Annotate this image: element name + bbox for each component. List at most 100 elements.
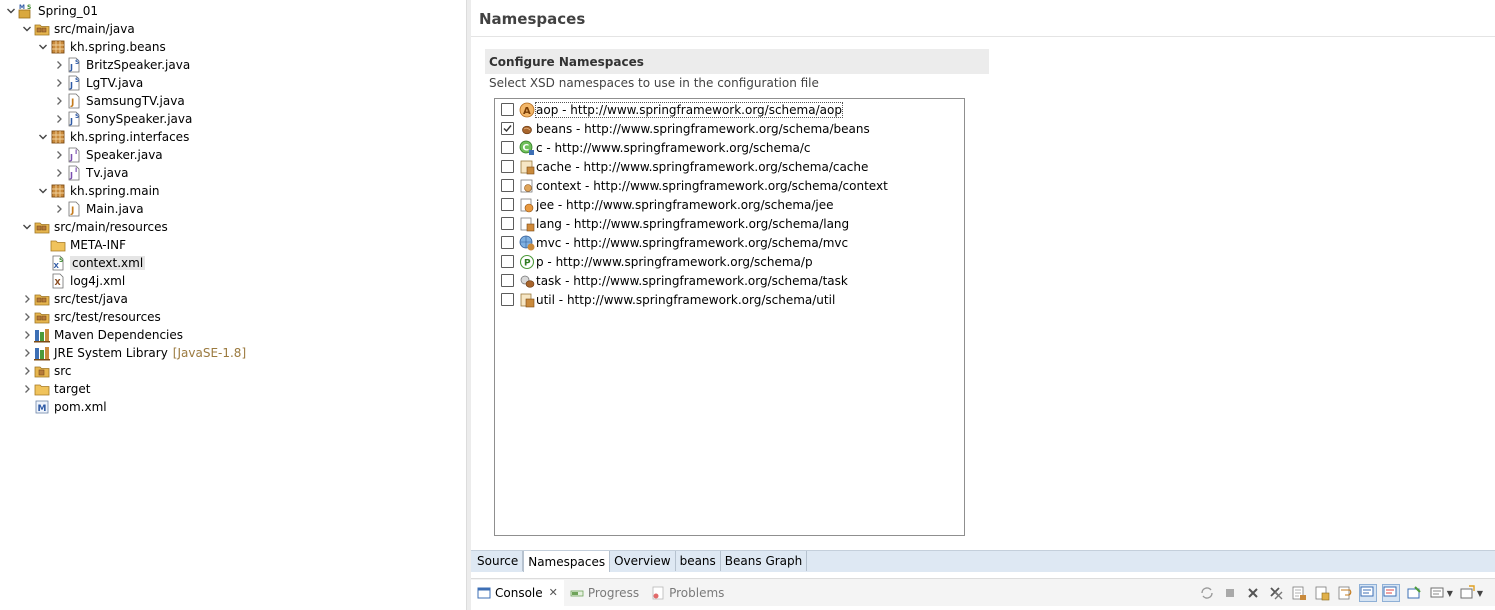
source-folder-icon xyxy=(34,21,50,37)
sync-icon[interactable] xyxy=(1198,584,1216,602)
tab-namespaces[interactable]: Namespaces xyxy=(523,551,611,572)
tree-item-label: Maven Dependencies xyxy=(54,328,184,342)
tree-item[interactable]: kh.spring.interfaces xyxy=(36,128,189,146)
tree-item[interactable]: X S context.xml xyxy=(36,254,146,272)
scroll-lock-icon[interactable] xyxy=(1313,584,1331,602)
chevron-right-icon[interactable] xyxy=(52,146,66,164)
show-on-stdout-icon[interactable] xyxy=(1358,584,1377,602)
word-wrap-icon[interactable] xyxy=(1336,584,1354,602)
tab-overview[interactable]: Overview xyxy=(610,551,676,571)
chevron-right-icon[interactable] xyxy=(20,290,34,308)
namespace-row[interactable]: cache - http://www.springframework.org/s… xyxy=(501,157,868,176)
namespace-row[interactable]: mvc - http://www.springframework.org/sch… xyxy=(501,233,848,252)
tree-item[interactable]: J S SonySpeaker.java xyxy=(52,110,192,128)
namespace-row[interactable]: Cc - http://www.springframework.org/sche… xyxy=(501,138,811,157)
tree-item[interactable]: J Main.java xyxy=(52,200,144,218)
namespace-checkbox-checked[interactable] xyxy=(501,122,514,135)
tree-item[interactable]: J I Tv.java xyxy=(52,164,128,182)
tree-item[interactable]: Xlog4j.xml xyxy=(36,272,125,290)
tree-item[interactable]: src/main/resources xyxy=(20,218,168,236)
tree-item[interactable]: M S Spring_01 xyxy=(4,2,98,20)
tree-item[interactable]: Mpom.xml xyxy=(20,398,107,416)
chevron-right-icon[interactable] xyxy=(52,110,66,128)
tree-item[interactable]: src/test/resources xyxy=(20,308,161,326)
display-console-icon[interactable] xyxy=(1428,584,1446,602)
namespace-checklist[interactable]: Aaop - http://www.springframework.org/sc… xyxy=(494,98,965,536)
namespace-checkbox[interactable] xyxy=(501,274,514,287)
namespace-checkbox[interactable] xyxy=(501,179,514,192)
view-tab-console[interactable]: Console ✕ xyxy=(471,579,564,606)
tab-source[interactable]: Source xyxy=(473,551,524,571)
namespace-row[interactable]: util - http://www.springframework.org/sc… xyxy=(501,290,835,309)
chevron-right-icon[interactable] xyxy=(20,326,34,344)
chevron-right-icon[interactable] xyxy=(52,200,66,218)
namespace-checkbox[interactable] xyxy=(501,160,514,173)
tree-item[interactable]: J S LgTV.java xyxy=(52,74,143,92)
c-namespace-icon: C xyxy=(519,140,535,156)
namespace-row[interactable]: lang - http://www.springframework.org/sc… xyxy=(501,214,849,233)
tree-item[interactable]: kh.spring.main xyxy=(36,182,160,200)
chevron-right-icon[interactable] xyxy=(52,74,66,92)
tree-item[interactable]: J SamsungTV.java xyxy=(52,92,185,110)
chevron-down-icon[interactable]: ▼ xyxy=(1477,589,1483,598)
chevron-right-icon[interactable] xyxy=(20,344,34,362)
tree-item[interactable]: src xyxy=(20,362,72,380)
chevron-down-icon[interactable] xyxy=(36,128,50,146)
close-icon[interactable]: ✕ xyxy=(549,586,558,599)
chevron-down-icon[interactable] xyxy=(36,182,50,200)
view-tab-progress[interactable]: Progress xyxy=(564,580,645,606)
namespace-row[interactable]: Pp - http://www.springframework.org/sche… xyxy=(501,252,813,271)
tree-item[interactable]: META-INF xyxy=(36,236,126,254)
namespace-row[interactable]: Aaop - http://www.springframework.org/sc… xyxy=(501,100,843,119)
title-divider xyxy=(471,36,1495,37)
remove-all-terminated-icon[interactable] xyxy=(1267,584,1285,602)
pin-console-icon[interactable] xyxy=(1405,584,1423,602)
remove-launch-icon[interactable] xyxy=(1244,584,1262,602)
namespace-checkbox[interactable] xyxy=(501,141,514,154)
console-output-area xyxy=(471,606,1495,610)
tab-beans-graph[interactable]: Beans Graph xyxy=(721,551,808,571)
chevron-right-icon[interactable] xyxy=(20,362,34,380)
java-spring-bean-icon: JS xyxy=(66,111,82,127)
clear-console-icon[interactable] xyxy=(1290,584,1308,602)
chevron-right-icon[interactable] xyxy=(52,92,66,110)
namespace-checkbox[interactable] xyxy=(501,293,514,306)
tree-item[interactable]: J S BritzSpeaker.java xyxy=(52,56,190,74)
namespace-checkbox[interactable] xyxy=(501,255,514,268)
section-header[interactable]: Configure Namespaces xyxy=(485,49,989,74)
mvc-icon xyxy=(519,235,535,251)
namespace-row[interactable]: jee - http://www.springframework.org/sch… xyxy=(501,195,834,214)
tree-item[interactable]: kh.spring.beans xyxy=(36,38,166,56)
tree-item[interactable]: src/main/java xyxy=(20,20,135,38)
tree-item[interactable]: J I Speaker.java xyxy=(52,146,163,164)
view-tab-problems[interactable]: Problems xyxy=(645,580,730,606)
xml-file-icon: X xyxy=(50,273,66,289)
namespace-row[interactable]: beans - http://www.springframework.org/s… xyxy=(501,119,870,138)
namespace-checkbox[interactable] xyxy=(501,198,514,211)
open-console-icon[interactable] xyxy=(1458,584,1476,602)
chevron-down-icon[interactable] xyxy=(36,38,50,56)
chevron-down-icon[interactable] xyxy=(20,218,34,236)
chevron-down-icon[interactable] xyxy=(4,2,18,20)
chevron-right-icon[interactable] xyxy=(52,56,66,74)
namespace-row[interactable]: task - http://www.springframework.org/sc… xyxy=(501,271,848,290)
tree-item[interactable]: src/test/java xyxy=(20,290,128,308)
namespace-checkbox[interactable] xyxy=(501,217,514,230)
chevron-right-icon[interactable] xyxy=(20,308,34,326)
namespace-checkbox[interactable] xyxy=(501,103,514,116)
chevron-right-icon[interactable] xyxy=(52,164,66,182)
show-on-stderr-icon[interactable] xyxy=(1381,584,1400,602)
package-explorer-tree[interactable]: M S Spring_01 src/main/java kh.spring.beans J… xyxy=(0,0,466,610)
tree-item[interactable]: Maven Dependencies xyxy=(20,326,183,344)
svg-text:S: S xyxy=(75,77,79,84)
chevron-right-icon[interactable] xyxy=(20,380,34,398)
tree-item[interactable]: target xyxy=(20,380,91,398)
java-interface-icon: JI xyxy=(66,165,82,181)
terminate-icon[interactable] xyxy=(1221,584,1239,602)
chevron-down-icon[interactable] xyxy=(20,20,34,38)
tab-beans[interactable]: beans xyxy=(676,551,721,571)
namespace-row[interactable]: context - http://www.springframework.org… xyxy=(501,176,888,195)
chevron-down-icon[interactable]: ▼ xyxy=(1447,589,1453,598)
namespace-checkbox[interactable] xyxy=(501,236,514,249)
tree-item[interactable]: JRE System Library [JavaSE-1.8] xyxy=(20,344,246,362)
